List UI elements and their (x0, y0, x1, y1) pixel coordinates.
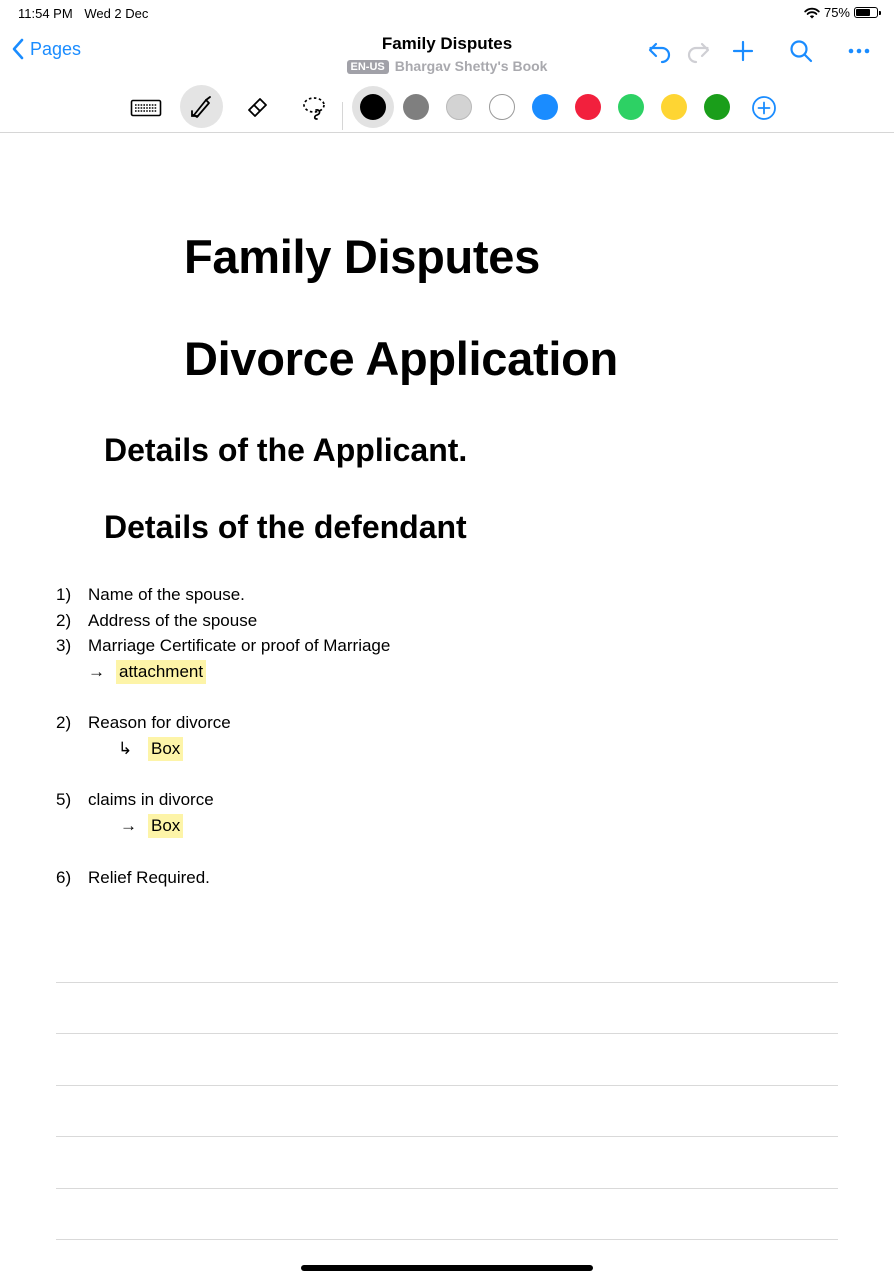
section-heading-applicant[interactable]: Details of the Applicant. (104, 432, 467, 469)
arrow-down-right-icon: ↳ (118, 739, 133, 758)
ruled-line (56, 982, 838, 983)
list-sub-item[interactable]: → Box (120, 814, 184, 838)
battery-icon (854, 7, 881, 18)
list-item-number: 5) (56, 790, 72, 809)
list-item-text: claims in divorce (88, 790, 214, 809)
page-heading-family-disputes[interactable]: Family Disputes (184, 229, 540, 284)
undo-icon[interactable] (647, 40, 673, 64)
section-heading-defendant[interactable]: Details of the defendant (104, 509, 467, 546)
color-swatch[interactable] (360, 94, 386, 120)
list-item[interactable]: 2) Reason for divorce (56, 713, 231, 733)
list-item-text: Reason for divorce (88, 713, 231, 732)
list-item[interactable]: 6) Relief Required. (56, 868, 210, 888)
color-swatch[interactable] (661, 94, 687, 120)
keyboard-icon (130, 99, 162, 117)
color-swatch[interactable] (446, 94, 472, 120)
list-item-number: 6) (56, 868, 72, 887)
list-item-number: 2) (56, 611, 72, 630)
toolbar-divider (342, 102, 343, 130)
color-swatch[interactable] (403, 94, 429, 120)
pen-tool[interactable] (180, 85, 223, 128)
lasso-icon (303, 97, 325, 120)
home-indicator[interactable] (301, 1265, 593, 1271)
battery-percent: 75% (823, 5, 850, 20)
highlighted-text: Box (148, 814, 184, 838)
highlighted-text: attachment (116, 660, 207, 684)
list-sub-item[interactable]: → attachment (88, 660, 207, 684)
color-swatch[interactable] (532, 94, 558, 120)
list-item[interactable]: 2) Address of the spouse (56, 611, 257, 631)
list-item-text: Name of the spouse. (88, 585, 245, 604)
document-subtitle: EN-US Bhargav Shetty's Book (0, 58, 894, 74)
ruled-line (56, 1136, 838, 1137)
list-item[interactable]: 3) Marriage Certificate or proof of Marr… (56, 636, 390, 656)
arrow-right-icon: → (88, 662, 105, 681)
add-color-icon[interactable] (751, 95, 777, 121)
arrow-right-icon: → (120, 816, 137, 835)
color-swatch[interactable] (704, 94, 730, 120)
list-sub-item[interactable]: ↳ Box (118, 737, 184, 761)
battery-fill (856, 9, 871, 16)
language-badge[interactable]: EN-US (346, 60, 389, 74)
list-item-text: Address of the spouse (88, 611, 258, 630)
document-title[interactable]: Family Disputes (0, 34, 894, 54)
eraser-icon (248, 98, 267, 117)
page-heading-divorce-application[interactable]: Divorce Application (184, 331, 618, 386)
ruled-line (56, 1188, 838, 1189)
pen-icon (190, 95, 211, 118)
list-item-text: Relief Required. (88, 868, 210, 887)
list-item-number: 1) (56, 585, 72, 604)
ruled-line (56, 1033, 838, 1034)
status-time: 11:54 PM (18, 6, 73, 21)
color-swatch[interactable] (489, 94, 515, 120)
plus-icon[interactable] (732, 40, 754, 62)
list-item-number: 3) (56, 636, 72, 655)
more-icon[interactable] (848, 48, 870, 54)
list-item-text: Marriage Certificate or proof of Marriag… (88, 636, 391, 655)
book-name[interactable]: Bhargav Shetty's Book (395, 58, 548, 74)
status-date: Wed 2 Dec (84, 6, 149, 21)
keyboard-tool[interactable] (126, 88, 166, 128)
lasso-tool[interactable] (294, 88, 334, 128)
ruled-line (56, 1239, 838, 1240)
color-swatch[interactable] (618, 94, 644, 120)
wifi-icon (804, 7, 820, 18)
navigation-bar: Pages Family Disputes EN-US Bhargav Shett… (0, 26, 894, 82)
status-bar: 11:54 PM Wed 2 Dec 75% (0, 0, 894, 26)
list-item[interactable]: 5) claims in divorce (56, 790, 214, 810)
list-item[interactable]: 1) Name of the spouse. (56, 585, 245, 605)
redo-icon[interactable] (685, 40, 711, 64)
list-item-number: 2) (56, 713, 72, 732)
drawing-toolbar (0, 82, 894, 133)
highlighted-text: Box (148, 737, 184, 761)
search-icon[interactable] (789, 39, 813, 63)
ruled-line (56, 1085, 838, 1086)
color-swatch[interactable] (575, 94, 601, 120)
eraser-tool[interactable] (238, 88, 278, 128)
